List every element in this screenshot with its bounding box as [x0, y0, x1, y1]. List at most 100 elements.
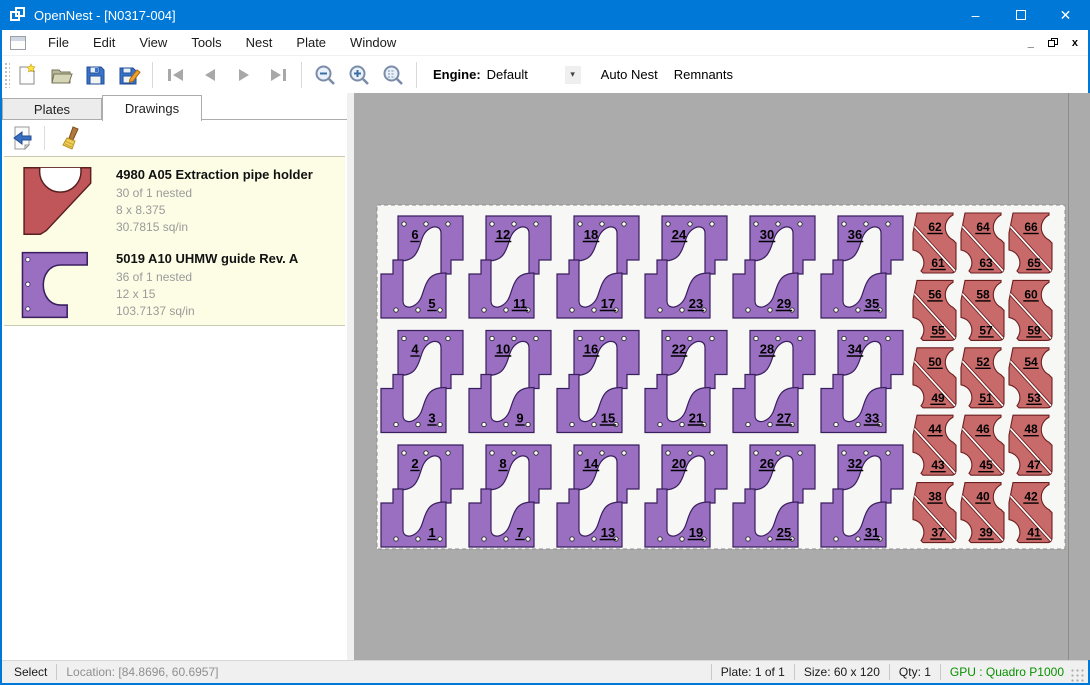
drill-hole: [490, 336, 494, 340]
part-number: 31: [865, 525, 879, 540]
import-drawing-icon: [10, 125, 36, 151]
drill-hole: [482, 308, 486, 312]
part-number: 65: [1027, 256, 1041, 270]
menu-nest[interactable]: Nest: [234, 31, 285, 54]
drill-hole: [688, 451, 692, 455]
menu-view[interactable]: View: [127, 31, 179, 54]
part-number: 41: [1027, 526, 1041, 540]
drill-hole: [746, 308, 750, 312]
part-number: 25: [777, 525, 791, 540]
auto-nest-button[interactable]: Auto Nest: [593, 67, 666, 82]
menu-window[interactable]: Window: [338, 31, 408, 54]
part-number: 53: [1027, 391, 1041, 405]
status-plate: Plate: 1 of 1: [721, 665, 785, 679]
drill-hole: [680, 537, 684, 541]
clean-drawings-button[interactable]: [57, 124, 87, 152]
part-number: 20: [672, 456, 686, 471]
drill-hole: [526, 422, 530, 426]
part-number: 46: [976, 422, 990, 436]
drill-hole: [864, 451, 868, 455]
zoom-out-button[interactable]: [310, 60, 340, 90]
menu-tools[interactable]: Tools: [179, 31, 233, 54]
tab-plates[interactable]: Plates: [2, 98, 102, 119]
go-first-icon: [164, 63, 188, 87]
drawing-item[interactable]: 5019 A10 UHMW guide Rev. A 36 of 1 neste…: [4, 241, 345, 325]
part-number: 57: [979, 323, 993, 337]
drill-hole: [658, 537, 662, 541]
drill-hole: [680, 422, 684, 426]
drill-hole: [842, 222, 846, 226]
drill-hole: [570, 422, 574, 426]
save-button[interactable]: [80, 60, 110, 90]
drill-hole: [688, 336, 692, 340]
drill-hole: [402, 451, 406, 455]
mdi-minimize-button[interactable]: _: [1028, 38, 1034, 48]
drill-hole: [512, 336, 516, 340]
close-button[interactable]: ✕: [1043, 0, 1088, 30]
drill-hole: [834, 308, 838, 312]
drawing-list: 4980 A05 Extraction pipe holder 30 of 1 …: [4, 156, 345, 326]
part-number: 33: [865, 411, 879, 426]
menu-plate[interactable]: Plate: [284, 31, 338, 54]
part-number: 28: [760, 342, 774, 357]
part-number: 42: [1024, 490, 1038, 504]
chevron-down-icon[interactable]: ▾: [565, 66, 581, 84]
part-number: 37: [931, 526, 945, 540]
panel-splitter[interactable]: [347, 93, 354, 660]
drill-hole: [856, 308, 860, 312]
maximize-button[interactable]: [998, 0, 1043, 30]
open-file-button[interactable]: [46, 60, 76, 90]
part-number: 38: [928, 490, 942, 504]
menu-edit[interactable]: Edit: [81, 31, 127, 54]
part-number: 49: [931, 391, 945, 405]
toolbar-grip[interactable]: [4, 62, 10, 88]
drill-hole: [746, 422, 750, 426]
part-number: 27: [777, 411, 791, 426]
part-number: 60: [1024, 287, 1038, 301]
part-number: 2: [411, 456, 418, 471]
minimize-button[interactable]: –: [953, 0, 998, 30]
menu-file[interactable]: File: [36, 31, 81, 54]
drill-hole: [504, 537, 508, 541]
drill-hole: [592, 537, 596, 541]
drill-hole: [490, 451, 494, 455]
part-number: 30: [760, 227, 774, 242]
go-last-button[interactable]: [263, 60, 293, 90]
engine-select[interactable]: Default: [487, 67, 565, 82]
drill-hole: [490, 222, 494, 226]
go-previous-button[interactable]: [195, 60, 225, 90]
tab-drawings[interactable]: Drawings: [102, 95, 202, 121]
remnants-button[interactable]: Remnants: [666, 67, 741, 82]
drill-hole: [446, 451, 450, 455]
mdi-close-button[interactable]: x: [1072, 38, 1078, 48]
drawing-item[interactable]: 4980 A05 Extraction pipe holder 30 of 1 …: [4, 157, 345, 241]
new-file-button[interactable]: [12, 60, 42, 90]
zoom-fit-button[interactable]: [378, 60, 408, 90]
part-number: 13: [601, 525, 615, 540]
part-number: 19: [689, 525, 703, 540]
drawing-nested-count: 36 of 1 nested: [116, 269, 298, 286]
part-number: 23: [689, 296, 703, 311]
drill-hole: [424, 222, 428, 226]
drill-hole: [482, 422, 486, 426]
import-drawing-button[interactable]: [8, 124, 38, 152]
menu-bar: File Edit View Tools Nest Plate Window _…: [2, 30, 1088, 56]
drill-hole: [680, 308, 684, 312]
mdi-restore-button[interactable]: [1048, 38, 1058, 47]
part-number: 15: [601, 411, 615, 426]
drill-hole: [746, 537, 750, 541]
drawing-area: 103.7137 sq/in: [116, 303, 298, 320]
drill-hole: [504, 422, 508, 426]
go-first-button[interactable]: [161, 60, 191, 90]
broom-icon: [59, 125, 85, 151]
resize-grip[interactable]: [1070, 668, 1084, 682]
document-icon[interactable]: [10, 36, 26, 50]
nest-canvas[interactable]: 6512111817242330293635431091615222128273…: [354, 93, 1090, 660]
drawing-area: 30.7815 sq/in: [116, 219, 313, 236]
drill-hole: [512, 222, 516, 226]
zoom-in-button[interactable]: [344, 60, 374, 90]
save-as-button[interactable]: [114, 60, 144, 90]
zoom-fit-icon: [381, 63, 405, 87]
go-next-button[interactable]: [229, 60, 259, 90]
status-mode: Select: [2, 665, 47, 679]
